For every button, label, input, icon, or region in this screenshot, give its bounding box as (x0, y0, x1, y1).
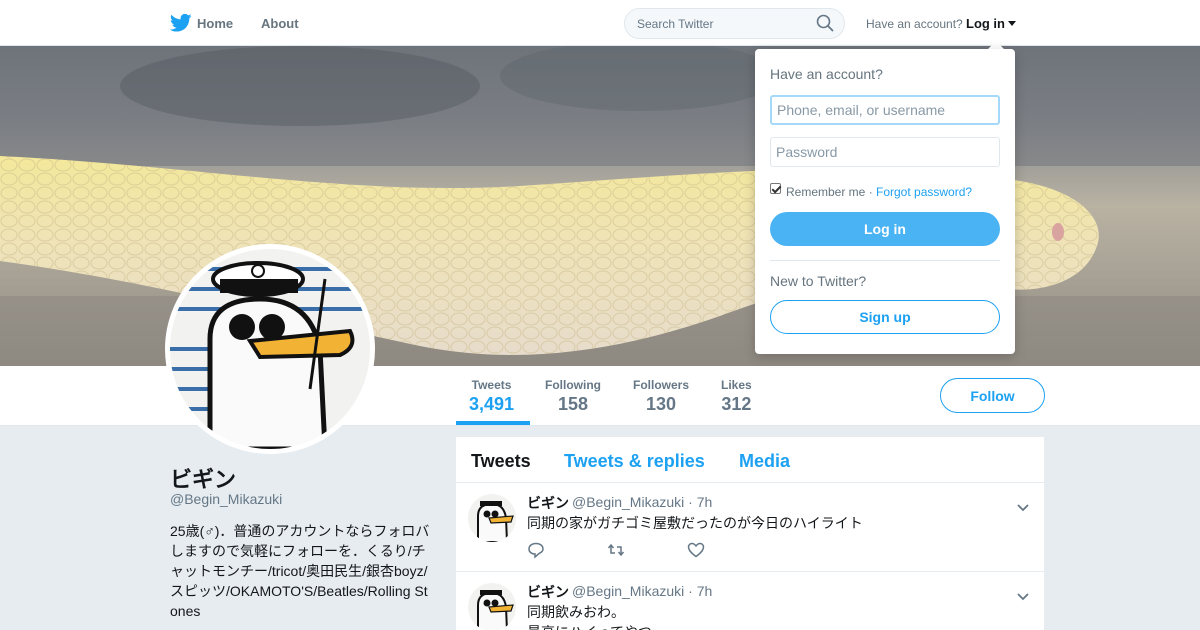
remember-me-text: Remember me (786, 185, 866, 199)
tweet-author-handle[interactable]: @Begin_Mikazuki · 7h (572, 494, 712, 510)
stat-label: Followers (633, 378, 690, 392)
username-field[interactable] (770, 95, 1000, 125)
retweet-icon[interactable] (607, 541, 625, 559)
nav-home-link[interactable]: Home (197, 16, 233, 31)
timeline: Tweets Tweets & replies Media ビギン @Begin… (456, 437, 1044, 630)
login-dropdown: Have an account? Remember me · Forgot pa… (755, 49, 1015, 354)
nav-about-link[interactable]: About (261, 16, 299, 31)
new-to-twitter-label: New to Twitter? (770, 273, 867, 289)
active-stat-indicator (456, 421, 530, 425)
timeline-tabs: Tweets Tweets & replies Media (456, 437, 1044, 483)
dropdown-arrow (988, 41, 1004, 49)
tweet-author-handle[interactable]: @Begin_Mikazuki · 7h (572, 583, 712, 599)
search-input[interactable] (624, 8, 845, 39)
tab-tweets[interactable]: Tweets (471, 451, 531, 472)
tweet-author-name[interactable]: ビギン (527, 582, 569, 602)
tweet-avatar[interactable] (468, 494, 516, 542)
password-field[interactable] (770, 137, 1000, 167)
login-dropdown-toggle[interactable]: Log in (966, 16, 1005, 31)
tab-media[interactable]: Media (739, 451, 790, 472)
stat-following[interactable]: Following 158 (545, 378, 601, 415)
tweet-text-line: 最高にハイってやつ (527, 622, 652, 630)
tweet-text: 同期飲みおわ。 最高にハイってやつ (527, 602, 652, 630)
reply-icon[interactable] (527, 541, 545, 559)
remember-me-checkbox[interactable] (770, 183, 781, 194)
tweet-text-line: 同期飲みおわ。 (527, 604, 625, 620)
login-button[interactable]: Log in (770, 212, 1000, 246)
tweet-avatar[interactable] (468, 583, 516, 630)
stat-value: 130 (645, 394, 677, 414)
like-icon[interactable] (687, 541, 705, 559)
top-navbar: Home About Have an account? Log in (0, 0, 1200, 46)
stat-label: Following (545, 378, 601, 392)
have-account-label: Have an account? (866, 17, 963, 31)
remember-me-label[interactable]: Remember me · (786, 185, 873, 199)
stat-label: Likes (721, 378, 752, 392)
divider (770, 260, 1000, 261)
profile-avatar[interactable] (165, 244, 375, 454)
profile-handle[interactable]: @Begin_Mikazuki (170, 491, 282, 507)
tab-tweets-replies[interactable]: Tweets & replies (564, 451, 705, 472)
search-icon[interactable] (816, 14, 834, 32)
stat-likes[interactable]: Likes 312 (721, 378, 752, 415)
tweet-item[interactable]: ビギン @Begin_Mikazuki · 7h 同期飲みおわ。 最高にハイって… (456, 572, 1044, 630)
profile-name: ビギン (170, 467, 237, 492)
stat-value: 3,491 (469, 394, 515, 414)
chevron-down-icon[interactable] (1017, 499, 1029, 512)
stat-value: 158 (557, 394, 589, 414)
chevron-down-icon[interactable] (1017, 588, 1029, 601)
caret-down-icon[interactable] (1008, 21, 1016, 26)
profile-bio: 25歳(♂)．普通のアカウントならフォロバしますので気軽にフォローを．くるり/チ… (170, 523, 430, 619)
follow-button[interactable]: Follow (940, 378, 1045, 413)
stat-followers[interactable]: Followers 130 (633, 378, 689, 415)
dropdown-title: Have an account? (770, 66, 883, 82)
tweet-author-name[interactable]: ビギン (527, 493, 569, 513)
twitter-bird-icon[interactable] (169, 13, 192, 33)
separator-dot: · (868, 185, 873, 199)
forgot-password-link[interactable]: Forgot password? (876, 185, 972, 199)
stat-label: Tweets (471, 378, 512, 392)
tweet-text: 同期の家がガチゴミ屋敷だったのが今日のハイライト (527, 515, 863, 531)
tweet-item[interactable]: ビギン @Begin_Mikazuki · 7h 同期の家がガチゴミ屋敷だったの… (456, 483, 1044, 572)
stat-tweets[interactable]: Tweets 3,491 (469, 378, 514, 415)
signup-button[interactable]: Sign up (770, 300, 1000, 334)
stat-value: 312 (721, 394, 752, 414)
